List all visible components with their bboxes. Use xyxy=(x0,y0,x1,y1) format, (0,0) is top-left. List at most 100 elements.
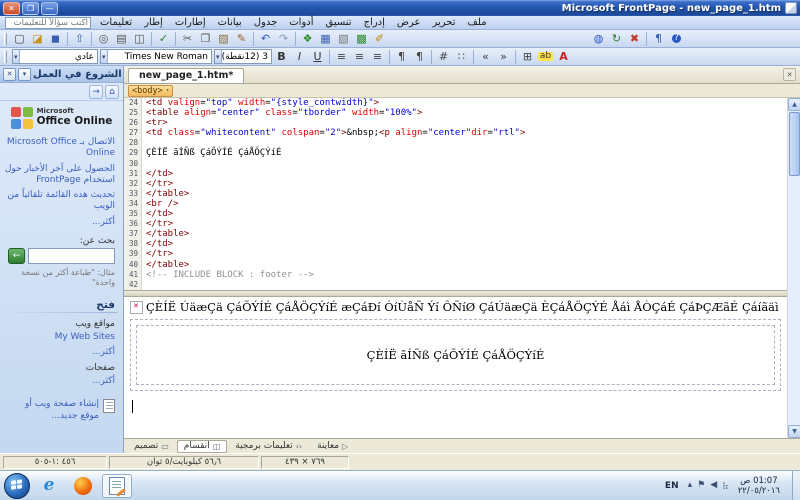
scroll-down-icon[interactable]: ▼ xyxy=(788,425,800,438)
italic-icon[interactable]: I xyxy=(291,49,308,65)
open-group-link[interactable]: My Web Sites xyxy=(0,330,123,345)
insert-table-icon[interactable]: ▦ xyxy=(317,31,334,47)
cut-icon[interactable]: ✂ xyxy=(179,31,196,47)
menu-item[interactable]: بيانات xyxy=(212,17,248,28)
menu-item[interactable]: عرض xyxy=(391,17,427,28)
bullets-icon[interactable]: ∷ xyxy=(453,49,470,65)
align-left-icon[interactable]: ≡ xyxy=(369,49,386,65)
vertical-scrollbar[interactable]: ▲ ▼ xyxy=(787,98,800,438)
print-preview-icon[interactable]: ◫ xyxy=(131,31,148,47)
task-pane-link[interactable]: تحديث هذه القائمة تلقائياً من الويب xyxy=(0,188,123,215)
web-component-icon[interactable]: ❖ xyxy=(299,31,316,47)
menu-item[interactable]: إطار xyxy=(138,17,169,28)
new-page-icon[interactable]: ▢ xyxy=(11,31,28,47)
font-color-icon[interactable]: A xyxy=(555,49,572,65)
language-indicator[interactable]: EN xyxy=(661,480,683,492)
back-icon[interactable]: → xyxy=(89,84,103,99)
rtl-paragraph-icon[interactable]: ¶ xyxy=(393,49,410,65)
font-size-combo[interactable]: 3 (12نقطة) ▾ xyxy=(214,49,272,64)
design-view[interactable]: ÇÈÍË ÚäæÇä ÇáÕÝÍÉ ÇáÅÖÇÝíÉ æÇáÐí ÓíÙåÑ Ý… xyxy=(124,297,787,438)
publish-site-icon[interactable]: ⇧ xyxy=(71,31,88,47)
redo-icon[interactable]: ↷ xyxy=(275,31,292,47)
start-button[interactable] xyxy=(4,472,30,499)
view-tab-split[interactable]: ◫ انقسام xyxy=(176,439,228,453)
toolbar-grip[interactable] xyxy=(4,32,7,45)
borders-icon[interactable]: ⊞ xyxy=(519,49,536,65)
document-tab[interactable]: new_page_1.htm* xyxy=(128,68,245,83)
split-view-divider[interactable] xyxy=(124,290,787,297)
pane-menu-chevron-icon[interactable]: ▾ xyxy=(18,67,31,81)
search-input[interactable] xyxy=(28,247,115,264)
help-icon[interactable]: ? xyxy=(668,31,685,47)
numbering-icon[interactable]: # xyxy=(435,49,452,65)
minimize-window-button[interactable]: — xyxy=(41,1,58,15)
search-icon[interactable]: ◎ xyxy=(95,31,112,47)
copy-icon[interactable]: ❐ xyxy=(197,31,214,47)
font-combo[interactable]: Times New Roman ▾ xyxy=(100,49,212,64)
bold-icon[interactable]: B xyxy=(273,49,290,65)
code-view[interactable]: 24 <td valign="top" width="{style_contwid… xyxy=(124,98,787,290)
scroll-up-icon[interactable]: ▲ xyxy=(788,98,800,111)
align-right-icon[interactable]: ≡ xyxy=(333,49,350,65)
ltr-paragraph-icon[interactable]: ¶ xyxy=(411,49,428,65)
refresh-icon[interactable]: ↻ xyxy=(608,31,625,47)
internet-explorer-taskbar-icon[interactable]: e xyxy=(34,474,64,498)
paste-icon[interactable]: ▨ xyxy=(215,31,232,47)
highlight-icon[interactable]: ab xyxy=(537,49,554,65)
show-desktop-button[interactable] xyxy=(792,470,800,500)
menu-item[interactable]: إطارات xyxy=(169,17,212,28)
office-online-brand: Microsoft Office Online xyxy=(37,108,113,127)
task-pane-link[interactable]: الحصول على آخر الأخبار حول استخدام Front… xyxy=(0,162,123,189)
insert-picture-icon[interactable]: ▩ xyxy=(353,31,370,47)
insert-table-icon-glyph: ▦ xyxy=(320,32,331,45)
view-tab-preview[interactable]: ▷ معاينة xyxy=(310,440,355,453)
toolbar-grip[interactable] xyxy=(4,50,7,63)
undo-icon[interactable]: ↶ xyxy=(257,31,274,47)
close-pane-icon[interactable]: ✕ xyxy=(3,67,16,81)
stop-icon[interactable]: ✖ xyxy=(626,31,643,47)
menu-item[interactable]: تعليمات xyxy=(94,17,138,28)
menu-item[interactable]: أدوات xyxy=(283,17,319,28)
increase-indent-icon[interactable]: » xyxy=(495,49,512,65)
close-document-icon[interactable]: ✕ xyxy=(783,68,796,81)
action-center-icon[interactable]: ⚑ xyxy=(697,481,705,490)
show-all-icon[interactable]: ¶ xyxy=(650,31,667,47)
print-icon[interactable]: ▤ xyxy=(113,31,130,47)
task-pane-link[interactable]: الاتصال بـ Microsoft Office Online xyxy=(0,135,123,162)
hyperlink-icon[interactable]: ◍ xyxy=(590,31,607,47)
insert-layer-icon[interactable]: ▧ xyxy=(335,31,352,47)
view-tab-code[interactable]: ‹› تعليمات برمجية xyxy=(228,440,309,453)
format-painter-icon[interactable]: ✎ xyxy=(233,31,250,47)
menu-item[interactable]: ملف xyxy=(462,17,493,28)
frontpage-taskbar-icon[interactable] xyxy=(102,473,132,498)
create-page-link[interactable]: إنشاء صفحة ويب أو موقع جديد... xyxy=(8,399,99,422)
open-group-link[interactable]: أكثر... xyxy=(0,374,123,389)
view-tab-design[interactable]: ▭ تصميم xyxy=(127,440,176,453)
align-center-icon[interactable]: ≡ xyxy=(351,49,368,65)
hidden-icons-chevron[interactable]: ▴ xyxy=(688,481,693,490)
network-icon[interactable]: ⣦ xyxy=(722,481,729,490)
open-group-link[interactable]: أكثر... xyxy=(0,345,123,360)
taskbar-clock[interactable]: 01:07 ص ٢٢/٠٥/٢٠١٦ xyxy=(734,476,784,496)
task-pane-link[interactable]: أكثر... xyxy=(0,215,123,230)
decrease-indent-icon[interactable]: « xyxy=(477,49,494,65)
menu-item[interactable]: جدول xyxy=(248,17,284,28)
underline-icon[interactable]: U xyxy=(309,49,326,65)
maximize-window-button[interactable]: ❐ xyxy=(22,1,39,15)
scrollbar-thumb[interactable] xyxy=(789,112,800,176)
search-go-button[interactable]: ← xyxy=(8,247,25,264)
menu-item[interactable]: إدراج xyxy=(358,17,391,28)
firefox-taskbar-icon[interactable] xyxy=(68,474,98,498)
style-combo[interactable]: عادي ▾ xyxy=(12,49,98,64)
spelling-icon[interactable]: ✓ xyxy=(155,31,172,47)
close-window-button[interactable]: ✕ xyxy=(3,1,20,15)
menu-item[interactable]: تنسيق xyxy=(320,17,358,28)
menu-item[interactable]: تحرير xyxy=(426,17,461,28)
volume-icon[interactable]: ◀ xyxy=(710,481,717,490)
help-question-input[interactable] xyxy=(5,16,91,29)
open-folder-icon[interactable]: ◪ xyxy=(29,31,46,47)
save-icon[interactable]: ◼ xyxy=(47,31,64,47)
drawing-icon[interactable]: ✐ xyxy=(371,31,388,47)
home-icon[interactable]: ⌂ xyxy=(105,84,119,99)
quick-tag-selector[interactable]: <body> ▾ xyxy=(128,84,174,97)
